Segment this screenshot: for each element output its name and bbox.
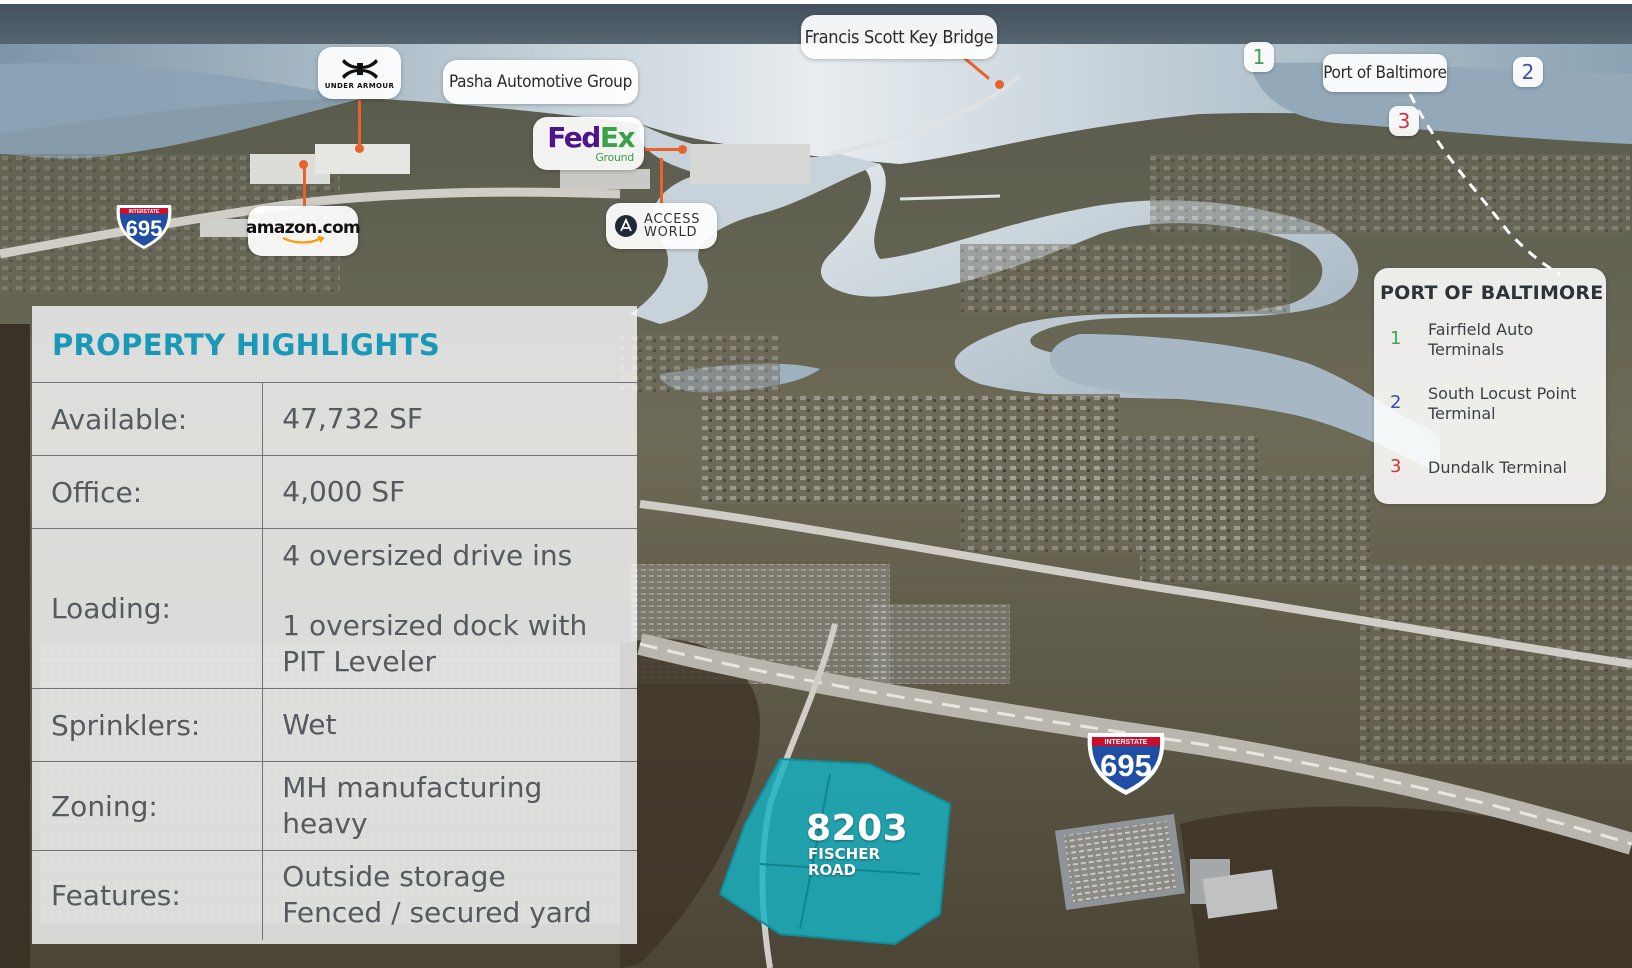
- amazon-wordmark: amazon.com: [245, 218, 361, 238]
- port-of-baltimore-label: Port of Baltimore: [1323, 54, 1447, 92]
- under-armour-logo: UNDER ARMOUR: [318, 47, 401, 99]
- pasha-label-text: Pasha Automotive Group: [449, 72, 632, 92]
- shield-left-number: 695: [126, 216, 163, 241]
- fedex-fed-text: Fed: [547, 120, 601, 154]
- under-armour-wordmark: UNDER ARMOUR: [324, 81, 395, 90]
- key-bridge-label-text: Francis Scott Key Bridge: [804, 26, 994, 48]
- access-world-line2: WORLD: [644, 225, 698, 240]
- highlight-value: 4,000 SF: [262, 455, 637, 529]
- access-world-wordmark: ACCESS WORLD: [644, 213, 700, 239]
- access-world-logo: ACCESS WORLD: [606, 203, 717, 249]
- interstate-695-shield-left: INTERSTATE 695: [113, 201, 175, 251]
- fedex-ground-text: Ground: [595, 150, 634, 164]
- port-legend-name: Fairfield Auto Terminals: [1428, 320, 1534, 359]
- property-highlights-panel: PROPERTY HIGHLIGHTS Available: 47,732 SF…: [32, 306, 637, 944]
- fedex-ex-text: Ex: [599, 120, 636, 154]
- port-badge-1: 1: [1244, 42, 1274, 72]
- amazon-logo: amazon.com: [245, 206, 361, 256]
- fedex-leader-line: [645, 148, 681, 151]
- property-number: 8203: [806, 808, 909, 849]
- port-of-baltimore-legend: PORT OF BALTIMORE 1 Fairfield Auto Termi…: [1374, 268, 1606, 504]
- highlight-row-available: Available: 47,732 SF: [32, 382, 637, 456]
- interstate-695-shield-right: INTERSTATE 695: [1083, 728, 1169, 798]
- highlights-table: Available: 47,732 SF Office: 4,000 SF Lo…: [32, 382, 637, 940]
- port-legend-title: PORT OF BALTIMORE: [1380, 282, 1604, 304]
- fedex-leader-dot: [678, 145, 687, 154]
- fedex-ground-logo: FedEx Ground: [533, 117, 644, 170]
- highlight-row-loading: Loading: 4 oversized drive ins 1 oversiz…: [32, 528, 637, 689]
- highlight-value-group: 4 oversized drive ins 1 oversized dock w…: [262, 528, 637, 689]
- port-legend-number: 3: [1390, 456, 1402, 477]
- shield-right-number: 695: [1100, 748, 1152, 783]
- panel-title: PROPERTY HIGHLIGHTS: [52, 328, 441, 362]
- port-badge-2: 2: [1513, 57, 1543, 87]
- key-bridge-leader-dot: [995, 80, 1004, 89]
- amazon-smile-icon: [282, 236, 325, 244]
- highlight-label: Office:: [32, 455, 264, 529]
- port-legend-number: 1: [1390, 328, 1402, 349]
- highlight-value: MH manufacturing heavy: [262, 761, 637, 851]
- shield-right-top-text: INTERSTATE: [1105, 739, 1148, 746]
- under-armour-icon: [341, 58, 378, 79]
- highlight-value: Wet: [262, 688, 637, 762]
- highlight-value-secondary: Fenced / secured yard: [282, 896, 592, 930]
- fedex-wordmark: FedEx: [547, 120, 636, 154]
- property-street: FISCHER ROAD: [808, 845, 880, 879]
- under-armour-leader-line: [358, 100, 361, 148]
- highlight-value: Outside storage: [282, 860, 506, 894]
- pasha-label: Pasha Automotive Group: [443, 60, 638, 104]
- highlight-label: Sprinklers:: [32, 688, 264, 762]
- highlight-value-group: Outside storage Fenced / secured yard: [262, 850, 637, 940]
- amazon-leader-line: [303, 163, 306, 211]
- highlight-label: Features:: [32, 850, 264, 940]
- amazon-leader-dot: [299, 160, 308, 169]
- highlight-row-zoning: Zoning: MH manufacturing heavy: [32, 761, 637, 851]
- highlight-label: Loading:: [32, 528, 264, 689]
- port-legend-number: 2: [1390, 392, 1402, 413]
- port-legend-name: Dundalk Terminal: [1428, 458, 1567, 477]
- access-world-leader-line: [660, 158, 663, 204]
- highlight-value-secondary: 1 oversized dock with PIT Leveler: [282, 608, 588, 678]
- port-legend-name: South Locust Point Terminal: [1428, 384, 1577, 423]
- access-world-icon: [615, 215, 637, 237]
- highlight-label: Zoning:: [32, 761, 264, 851]
- highlight-value: 47,732 SF: [262, 382, 637, 456]
- shield-left-top-text: INTERSTATE: [129, 209, 160, 215]
- under-armour-leader-dot: [355, 144, 364, 153]
- highlight-row-sprinklers: Sprinklers: Wet: [32, 688, 637, 762]
- port-badge-3: 3: [1389, 106, 1419, 136]
- highlight-value: 4 oversized drive ins: [282, 538, 573, 572]
- highlight-row-features: Features: Outside storage Fenced / secur…: [32, 850, 637, 940]
- key-bridge-label: Francis Scott Key Bridge: [801, 15, 997, 59]
- highlight-row-office: Office: 4,000 SF: [32, 455, 637, 529]
- highlight-label: Available:: [32, 382, 264, 456]
- port-of-baltimore-label-text: Port of Baltimore: [1323, 63, 1447, 83]
